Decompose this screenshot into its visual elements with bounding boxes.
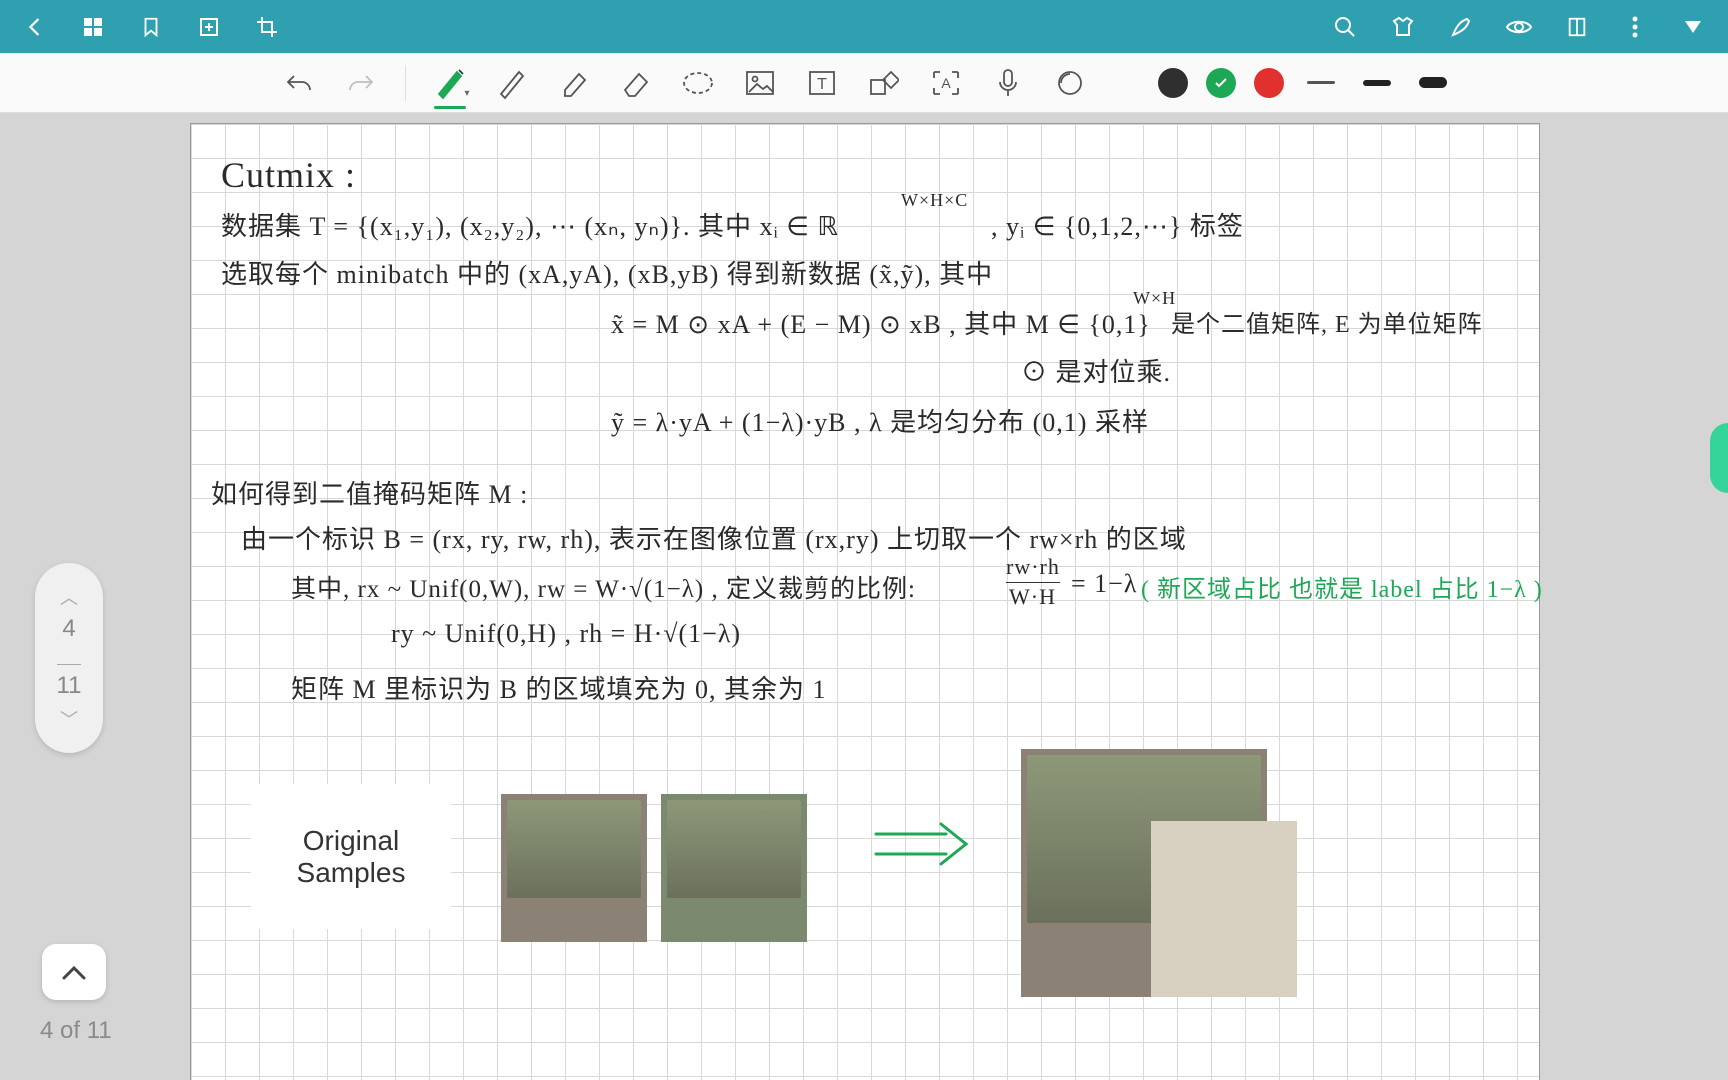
page-next-button[interactable]: ﹀: [60, 706, 78, 732]
color-green[interactable]: [1206, 68, 1236, 98]
page-counter-inline: 4 11: [57, 615, 82, 701]
note-frac: W·H: [1009, 584, 1056, 610]
note-sup: W×H: [1133, 288, 1176, 309]
top-app-bar: [0, 0, 1728, 53]
note-line: x̃ = M ⊙ xA + (E − M) ⊙ xB , 其中 M ∈ {0,1…: [611, 304, 1151, 341]
edit-icon[interactable]: [1446, 12, 1476, 42]
circle-tool[interactable]: [1048, 61, 1092, 105]
sample-image-a: [501, 794, 647, 942]
grid-icon[interactable]: [78, 12, 108, 42]
svg-text:T: T: [817, 76, 827, 93]
sample-label-1: Original: [303, 825, 399, 857]
note-line: 由一个标识 B = (rx, ry, rw, rh), 表示在图像位置 (rx,…: [241, 519, 1187, 556]
stroke-medium[interactable]: [1358, 68, 1396, 98]
ocr-tool[interactable]: A: [924, 61, 968, 105]
lasso-tool[interactable]: [676, 61, 720, 105]
pen-tool[interactable]: ▾: [428, 61, 472, 105]
redo-button[interactable]: [339, 61, 383, 105]
note-line: 矩阵 M 里标识为 B 的区域填充为 0, 其余为 1: [291, 669, 826, 706]
split-icon[interactable]: [1562, 12, 1592, 42]
mic-tool[interactable]: [986, 61, 1030, 105]
note-line: 是个二值矩阵, E 为单位矩阵: [1171, 304, 1483, 339]
expand-button[interactable]: [42, 944, 106, 1000]
sample-image-b: [661, 794, 807, 942]
note-line: ỹ = λ·yA + (1−λ)·yB , λ 是均匀分布 (0,1) 采样: [611, 402, 1149, 439]
text-tool[interactable]: T: [800, 61, 844, 105]
bookmark-icon[interactable]: [136, 12, 166, 42]
page-prev-button[interactable]: ︿: [60, 584, 78, 610]
note-line: 其中, rx ~ Unif(0,W), rw = W·√(1−λ) , 定义裁剪…: [291, 569, 916, 605]
color-red[interactable]: [1254, 68, 1284, 98]
image-tool[interactable]: [738, 61, 782, 105]
svg-text:A: A: [941, 75, 951, 91]
total-pages: 11: [57, 672, 82, 699]
crop-icon[interactable]: [252, 12, 282, 42]
note-line: 数据集 T = {(x₁,y₁), (x₂,y₂), ⋯ (xₙ, yₙ)}. …: [221, 206, 839, 243]
color-black[interactable]: [1158, 68, 1188, 98]
current-page: 4: [62, 615, 75, 642]
undo-button[interactable]: [277, 61, 321, 105]
more-icon[interactable]: [1620, 12, 1650, 42]
note-title: Cutmix :: [221, 154, 356, 196]
template-icon[interactable]: [1388, 12, 1418, 42]
favorite-icon[interactable]: [1678, 12, 1708, 42]
topbar-left-group: [20, 12, 282, 42]
eraser-tool[interactable]: [614, 61, 658, 105]
shape-tool[interactable]: [862, 61, 906, 105]
note-frac: rw·rh: [1006, 554, 1060, 583]
note-line: ry ~ Unif(0,H) , rh = H·√(1−λ): [391, 619, 741, 649]
highlighter-tool[interactable]: [552, 61, 596, 105]
stroke-thin[interactable]: [1302, 68, 1340, 98]
page-counter-label: 4 of 11: [40, 1017, 112, 1045]
note-sup: W×H×C: [901, 190, 968, 211]
canvas-area: Cutmix : 数据集 T = {(x₁,y₁), (x₂,y₂), ⋯ (x…: [0, 113, 1728, 1080]
sample-label-box: Original Samples: [251, 784, 451, 929]
topbar-right-group: [1330, 12, 1708, 42]
note-line: ⊙ 是对位乘.: [1021, 352, 1171, 389]
note-line: = 1−λ: [1071, 569, 1137, 599]
note-line: 如何得到二值掩码矩阵 M :: [211, 474, 528, 511]
side-handle[interactable]: [1710, 423, 1728, 493]
preview-icon[interactable]: [1504, 12, 1534, 42]
note-line: 选取每个 minibatch 中的 (xA,yA), (xB,yB) 得到新数据…: [221, 254, 993, 291]
separator: [405, 65, 406, 101]
note-annotation: ( 新区域占比 也就是 label 占比 1−λ ): [1141, 569, 1543, 604]
pencil-tool[interactable]: [490, 61, 534, 105]
note-line: , yᵢ ∈ {0,1,2,⋯} 标签: [991, 206, 1244, 243]
back-icon[interactable]: [20, 12, 50, 42]
add-page-icon[interactable]: [194, 12, 224, 42]
mixed-image-patch: [1151, 821, 1297, 997]
drawing-toolbar: ▾ T A: [0, 53, 1728, 113]
note-page[interactable]: Cutmix : 数据集 T = {(x₁,y₁), (x₂,y₂), ⋯ (x…: [190, 123, 1540, 1080]
sample-label-2: Samples: [297, 857, 406, 889]
stroke-thick[interactable]: [1414, 68, 1452, 98]
search-icon[interactable]: [1330, 12, 1360, 42]
page-navigator: ︿ 4 11 ﹀: [35, 563, 103, 753]
arrow-icon: [871, 814, 971, 874]
